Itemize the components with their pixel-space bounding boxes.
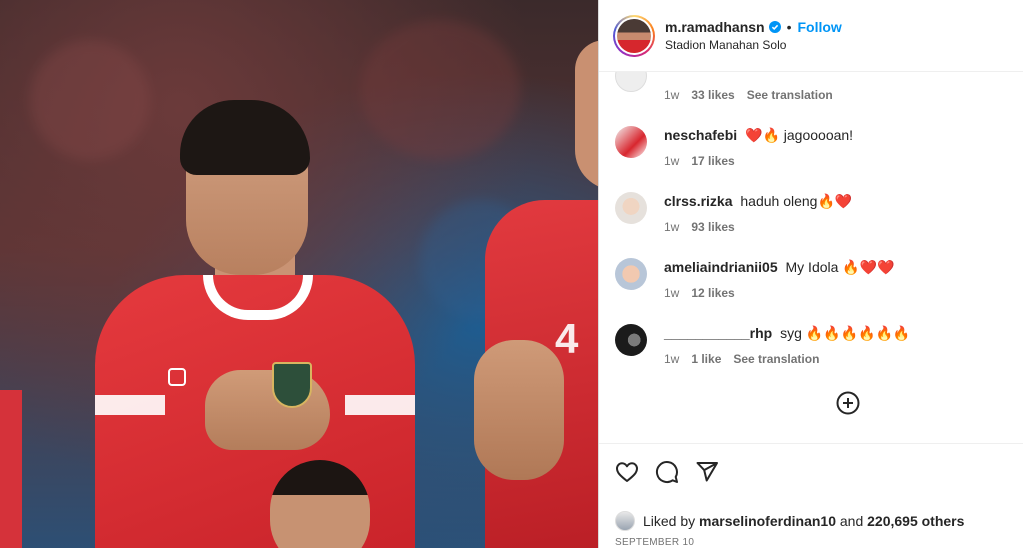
see-translation-button[interactable]: See translation bbox=[733, 352, 819, 366]
comment-item: 1w 33 likes See translation bbox=[615, 72, 1015, 102]
comment-avatar[interactable] bbox=[615, 126, 647, 158]
post-header: m.ramadhansn • Follow Stadion Manahan So… bbox=[599, 0, 1023, 72]
comment-text: haduh oleng🔥❤️ bbox=[740, 193, 853, 209]
comment-text: My Idola 🔥❤️❤️ bbox=[785, 259, 895, 275]
plus-circle-icon[interactable] bbox=[836, 391, 860, 415]
heart-icon[interactable] bbox=[615, 460, 639, 484]
liked-by-others[interactable]: 220,695 others bbox=[867, 513, 964, 529]
comment-likes[interactable]: 33 likes bbox=[691, 88, 734, 102]
comment-likes[interactable]: 1 like bbox=[691, 352, 721, 366]
comment-time: 1w bbox=[664, 352, 680, 366]
comment-item: clrss.rizka haduh oleng🔥❤️ 1w 93 likes bbox=[615, 192, 1015, 234]
avatar[interactable] bbox=[613, 14, 655, 57]
comment-likes[interactable]: 12 likes bbox=[691, 286, 734, 300]
liked-by-user[interactable]: marselinoferdinan10 bbox=[699, 513, 836, 529]
comment-time: 1w bbox=[664, 154, 680, 168]
verified-badge-icon bbox=[768, 21, 781, 33]
post-photo: 4 bbox=[0, 0, 598, 548]
comment-avatar[interactable] bbox=[615, 258, 647, 290]
comment-text: ❤️🔥 jagooooan! bbox=[745, 127, 854, 143]
comment-likes[interactable]: 93 likes bbox=[691, 220, 734, 234]
comment-item: ___________rhp syg 🔥🔥🔥🔥🔥🔥 1w 1 like See … bbox=[615, 324, 1015, 366]
comment-username[interactable]: clrss.rizka bbox=[664, 193, 733, 209]
follow-button[interactable]: Follow bbox=[798, 19, 842, 35]
post-sidebar: m.ramadhansn • Follow Stadion Manahan So… bbox=[598, 0, 1023, 548]
comment-avatar[interactable] bbox=[615, 192, 647, 224]
comment-icon[interactable] bbox=[655, 460, 679, 484]
comment-avatar[interactable] bbox=[615, 72, 647, 92]
comments-list[interactable]: 1w 33 likes See translation neschafebi ❤… bbox=[599, 72, 1023, 443]
likes-summary: Liked by marselinoferdinan10 and 220,695… bbox=[615, 511, 1008, 531]
username-link[interactable]: m.ramadhansn bbox=[665, 19, 765, 35]
see-translation-button[interactable]: See translation bbox=[747, 88, 833, 102]
comment-time: 1w bbox=[664, 88, 680, 102]
comment-likes[interactable]: 17 likes bbox=[691, 154, 734, 168]
comment-time: 1w bbox=[664, 220, 680, 234]
comment-item: neschafebi ❤️🔥 jagooooan! 1w 17 likes bbox=[615, 126, 1015, 168]
liked-by-and: and bbox=[839, 513, 864, 529]
comment-avatar[interactable] bbox=[615, 324, 647, 356]
comment-username[interactable]: ameliaindrianii05 bbox=[664, 259, 778, 275]
comment-text: syg 🔥🔥🔥🔥🔥🔥 bbox=[780, 325, 911, 341]
post-date[interactable]: SEPTEMBER 10 bbox=[615, 537, 1008, 548]
comment-item: ameliaindrianii05 My Idola 🔥❤️❤️ 1w 12 l… bbox=[615, 258, 1015, 300]
comment-time: 1w bbox=[664, 286, 680, 300]
comment-username[interactable]: neschafebi bbox=[664, 127, 737, 143]
separator-dot: • bbox=[786, 19, 792, 35]
location-link[interactable]: Stadion Manahan Solo bbox=[665, 38, 842, 52]
share-icon[interactable] bbox=[695, 460, 719, 484]
comment-username[interactable]: ___________rhp bbox=[664, 325, 772, 341]
liked-by-prefix: Liked by bbox=[643, 513, 696, 529]
post-actions: Liked by marselinoferdinan10 and 220,695… bbox=[599, 443, 1023, 548]
liker-avatar[interactable] bbox=[615, 511, 635, 531]
jersey-number: 4 bbox=[555, 315, 579, 362]
